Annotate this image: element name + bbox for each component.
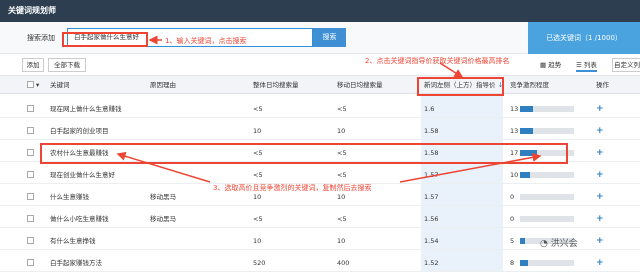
arrow-to-keyword	[116, 151, 211, 183]
arrow-to-bid	[439, 62, 464, 78]
chat-icon: ◔	[540, 239, 551, 249]
arrow-to-competition	[399, 152, 542, 183]
annotation-arrows	[116, 35, 542, 183]
watermark: ◔ 洪兴会	[540, 239, 578, 249]
